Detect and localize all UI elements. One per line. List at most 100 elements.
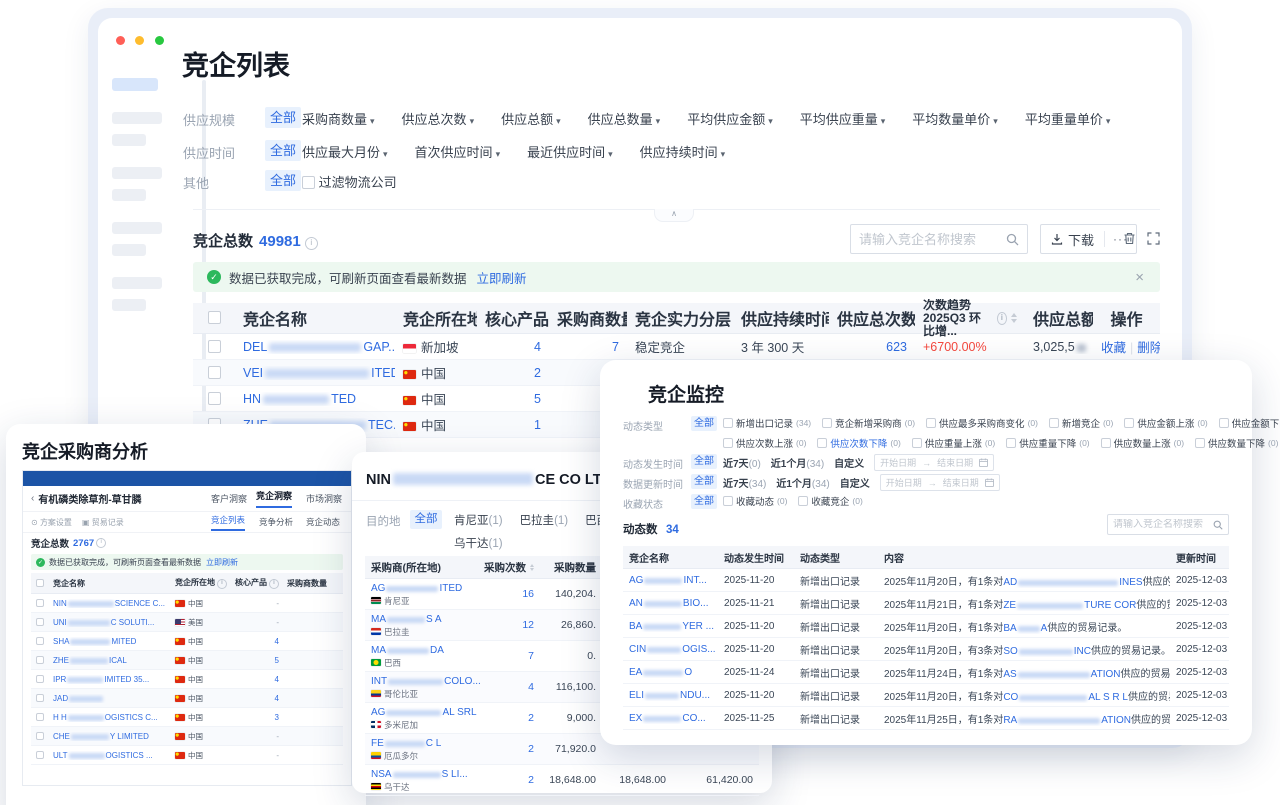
info-icon[interactable]: i	[269, 579, 279, 589]
table-row[interactable]: ZHEICAL 中国 5	[31, 651, 343, 670]
competitor-name-link[interactable]: ANBIO...	[623, 598, 718, 609]
purchase-times-cell[interactable]: 4	[482, 681, 540, 693]
type-option[interactable]: 供应金额下降(0)	[1219, 416, 1280, 430]
checkbox-icon[interactable]	[912, 438, 922, 448]
checkbox-icon[interactable]	[1219, 418, 1229, 428]
table-row[interactable]: BAYER ... 2025-11-20 新增出口记录 2025年11月20日，…	[623, 615, 1229, 638]
competitor-name-link[interactable]: ELINDU...	[623, 690, 718, 701]
subtab-competitor-list[interactable]: 竞企列表	[211, 514, 245, 531]
refresh-now-link[interactable]: 立即刷新	[206, 557, 238, 568]
checkbox-icon[interactable]	[817, 438, 827, 448]
last-month-option[interactable]: 近1个月(34)	[776, 475, 829, 490]
favorite-link[interactable]: 收藏	[1101, 341, 1126, 355]
collapse-filters-button[interactable]: ∧	[654, 209, 694, 222]
competitor-name-link[interactable]: JAD	[49, 694, 171, 703]
buyer-count-cell[interactable]: 7	[549, 340, 627, 354]
sort-icon[interactable]	[530, 564, 534, 571]
custom-range-label[interactable]: 自定义	[834, 455, 864, 470]
search-icon[interactable]	[1213, 520, 1228, 530]
fullscreen-icon[interactable]	[1146, 231, 1161, 246]
table-row[interactable]: JAD 中国 4	[31, 689, 343, 708]
checkbox-icon[interactable]	[723, 496, 733, 506]
filter-dropdown[interactable]: 供应总额▾	[501, 109, 561, 128]
row-checkbox[interactable]	[36, 751, 44, 759]
breadcrumb[interactable]: 有机磷类除草剂-草甘膦	[38, 491, 141, 506]
row-checkbox[interactable]	[36, 732, 44, 740]
checkbox-icon[interactable]	[1195, 438, 1205, 448]
competitor-name-link[interactable]: ULTOGISTICS ...	[49, 751, 171, 760]
purchase-times-cell[interactable]: 2	[482, 774, 540, 786]
purchase-times-cell[interactable]: 7	[482, 650, 540, 662]
purchaser-name-link[interactable]: FEC L	[371, 738, 476, 750]
destination-option[interactable]: 乌干达(1)	[454, 535, 503, 551]
core-product-cell[interactable]: 4	[477, 340, 549, 354]
type-option[interactable]: 新增出口记录(34)	[723, 416, 811, 430]
filter-all-chip[interactable]: 全部	[265, 140, 301, 161]
competitor-name-link[interactable]: CHEY LIMITED	[49, 732, 171, 741]
purchaser-name-link[interactable]: AGITED	[371, 583, 476, 595]
table-row[interactable]: DELGAP... 新加坡 4 7 稳定竞企 3 年 300 天 623 +67…	[193, 334, 1160, 360]
checkbox-icon[interactable]	[926, 418, 936, 428]
info-icon[interactable]: i	[305, 237, 318, 250]
refresh-now-link[interactable]: 立即刷新	[477, 268, 527, 287]
checkbox-icon[interactable]	[302, 176, 315, 189]
table-row[interactable]: UNIC SOLUTI... 美国 -	[31, 613, 343, 632]
row-checkbox[interactable]	[208, 340, 221, 353]
checkbox-icon[interactable]	[723, 418, 733, 428]
tab-customer-insight[interactable]: 客户洞察	[211, 492, 247, 505]
competitor-name-link[interactable]: VEIITED	[235, 366, 395, 380]
destination-option[interactable]: 巴拉圭(1)	[520, 512, 569, 528]
last-7-days-option[interactable]: 近7天(34)	[723, 475, 766, 490]
filter-dropdown[interactable]: 最近供应时间▾	[527, 142, 613, 161]
tab-market-insight[interactable]: 市场洞察	[306, 492, 342, 505]
row-checkbox[interactable]	[36, 656, 44, 664]
subtab-competition-analysis[interactable]: 竞争分析	[259, 516, 293, 528]
info-icon[interactable]: i	[96, 538, 106, 548]
competitor-name-link[interactable]: HNTED	[235, 392, 395, 406]
filter-dropdown[interactable]: 供应最大月份▾	[302, 142, 388, 161]
trade-records-menu[interactable]: ▣ 贸易记录	[82, 517, 124, 528]
table-row[interactable]: NINSCIENCE C... 中国 -	[31, 594, 343, 613]
table-row[interactable]: ULTOGISTICS ... 中国 -	[31, 746, 343, 765]
core-product-cell[interactable]: 2	[477, 366, 549, 380]
destination-option[interactable]: 肯尼亚(1)	[454, 512, 503, 528]
row-checkbox[interactable]	[36, 675, 44, 683]
table-row[interactable]: CHEY LIMITED 中国 -	[31, 727, 343, 746]
delete-link[interactable]: 删除	[1137, 341, 1160, 355]
select-all-checkbox[interactable]	[208, 311, 221, 324]
type-option[interactable]: 供应数量上涨(0)	[1101, 436, 1184, 450]
checkbox-icon[interactable]	[1006, 438, 1016, 448]
row-checkbox[interactable]	[36, 694, 44, 702]
back-icon[interactable]: ‹	[31, 493, 34, 504]
row-checkbox[interactable]	[36, 618, 44, 626]
competitor-name-link[interactable]: AGINT...	[623, 575, 718, 586]
competitor-name-link[interactable]: SHAMITED	[49, 637, 171, 646]
purchaser-name-link[interactable]: NSAS LI...	[371, 769, 476, 781]
type-option[interactable]: 新增竞企(0)	[1049, 416, 1113, 430]
checkbox-icon[interactable]	[1049, 418, 1059, 428]
purchase-times-cell[interactable]: 2	[482, 712, 540, 724]
filter-dropdown[interactable]: 供应总数量▾	[588, 109, 661, 128]
type-option[interactable]: 供应重量下降(0)	[1006, 436, 1089, 450]
competitor-name-link[interactable]: ZHEICAL	[49, 656, 171, 665]
competitor-name-link[interactable]: CINOGIS...	[623, 644, 718, 655]
table-row[interactable]: EXCO... 2025-11-25 新增出口记录 2025年11月25日，有1…	[623, 707, 1229, 730]
competitor-name-link[interactable]: H HOGISTICS C...	[49, 713, 171, 722]
competitor-name-link[interactable]: NINSCIENCE C...	[49, 599, 171, 608]
table-row[interactable]: NSAS LI... 乌干达 2 18,648.00 18,648.00 61,…	[365, 765, 759, 796]
favorite-option[interactable]: 收藏动态(0)	[723, 494, 787, 508]
row-checkbox[interactable]	[208, 392, 221, 405]
purchase-times-cell[interactable]: 16	[482, 588, 540, 600]
type-option[interactable]: 供应重量上涨(0)	[912, 436, 995, 450]
purchase-times-cell[interactable]: 12	[482, 619, 540, 631]
row-checkbox[interactable]	[36, 637, 44, 645]
filter-logistics-checkbox[interactable]: 过滤物流公司	[302, 172, 397, 191]
purchaser-name-link[interactable]: INTCOLO...	[371, 676, 476, 688]
competitor-name-link[interactable]: BAYER ...	[623, 621, 718, 632]
maximize-window-button[interactable]	[155, 36, 164, 45]
checkbox-icon[interactable]	[1124, 418, 1134, 428]
date-range-input[interactable]: 开始日期 → 结束日期	[874, 454, 994, 471]
checkbox-icon[interactable]	[1101, 438, 1111, 448]
sort-icon[interactable]	[1011, 313, 1017, 323]
filter-all-chip[interactable]: 全部	[265, 170, 301, 191]
